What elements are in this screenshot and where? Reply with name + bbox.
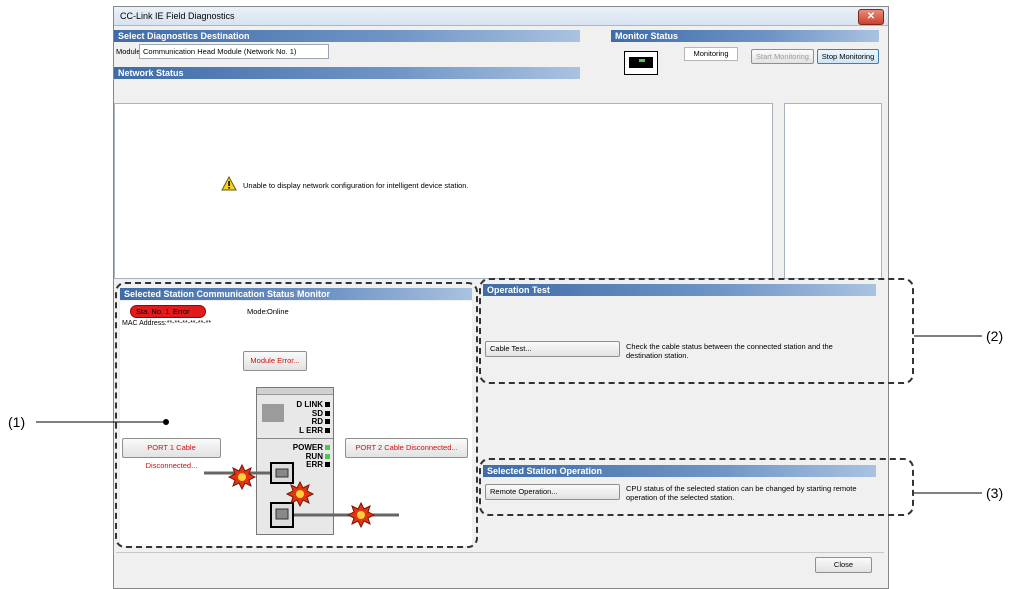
callout-label-1: (1)	[8, 414, 26, 430]
callout-leaders	[36, 335, 982, 494]
callout-label-3: (3)	[986, 485, 1004, 501]
callout-label-2: (2)	[986, 328, 1004, 344]
